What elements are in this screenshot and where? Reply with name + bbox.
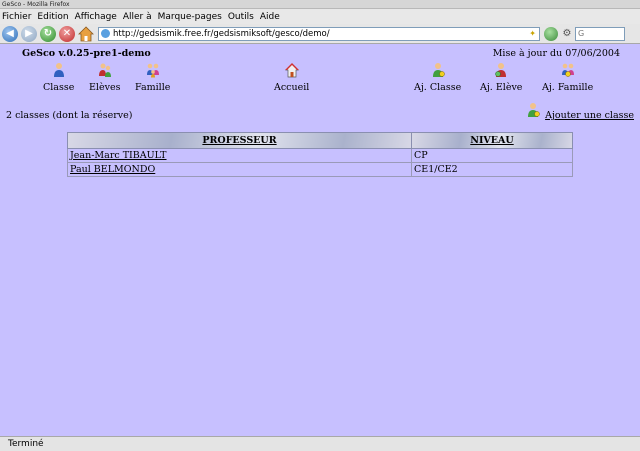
add-class-icon bbox=[528, 103, 540, 117]
classe-icon bbox=[53, 63, 64, 77]
page-content: GeSco v.0.25-pre1-demo Mise à jour du 07… bbox=[0, 44, 640, 436]
nav-aj-famille[interactable]: Aj. Famille bbox=[542, 62, 593, 93]
nav-classe[interactable]: Classe bbox=[43, 62, 74, 93]
nav-eleves-label: Elèves bbox=[89, 82, 121, 93]
site-icon bbox=[101, 29, 110, 38]
menu-fichier[interactable]: Fichier bbox=[2, 12, 31, 22]
nav-famille-label: Famille bbox=[135, 82, 171, 93]
gear-icon[interactable]: ⚙ bbox=[561, 28, 573, 40]
professeur-link[interactable]: Jean-Marc TIBAULT bbox=[67, 148, 412, 163]
header-niveau[interactable]: NIVEAU bbox=[411, 132, 573, 149]
nav-aj-famille-label: Aj. Famille bbox=[542, 82, 594, 93]
menu-bar: Fichier Edition Affichage Aller à Marque… bbox=[0, 9, 640, 24]
accueil-icon bbox=[284, 63, 299, 78]
reload-icon[interactable]: ↻ bbox=[40, 25, 56, 42]
app-title: GeSco v.0.25-pre1-demo bbox=[22, 48, 151, 59]
status-bar: Terminé bbox=[0, 436, 640, 451]
menu-marque-pages[interactable]: Marque-pages bbox=[158, 12, 222, 22]
nav-accueil-label: Accueil bbox=[274, 82, 310, 93]
menu-aide[interactable]: Aide bbox=[260, 12, 280, 22]
home-icon[interactable] bbox=[78, 25, 94, 42]
table-row: Jean-Marc TIBAULT CP bbox=[67, 148, 573, 163]
stop-icon[interactable]: ✕ bbox=[59, 25, 75, 42]
update-date: Mise à jour du 07/06/2004 bbox=[492, 48, 620, 59]
add-classe-icon bbox=[432, 63, 445, 77]
nav-aj-classe-label: Aj. Classe bbox=[414, 82, 462, 93]
menu-affichage[interactable]: Affichage bbox=[75, 12, 117, 22]
add-famille-icon bbox=[561, 63, 574, 77]
famille-icon bbox=[146, 63, 159, 78]
search-input[interactable]: G bbox=[575, 26, 625, 41]
url-bar[interactable]: http://gedsismik.free.fr/gedsismiksoft/g… bbox=[98, 26, 540, 41]
eleves-icon bbox=[98, 63, 111, 77]
rss-icon[interactable]: ✦ bbox=[529, 29, 536, 38]
nav-famille[interactable]: Famille bbox=[135, 62, 170, 93]
professeur-link[interactable]: Paul BELMONDO bbox=[67, 162, 412, 177]
window-title: GeSco - Mozilla Firefox bbox=[0, 0, 640, 9]
nav-aj-eleve[interactable]: Aj. Elève bbox=[480, 62, 522, 93]
menu-edition[interactable]: Edition bbox=[37, 12, 68, 22]
go-icon[interactable] bbox=[544, 26, 558, 41]
class-count: 2 classes (dont la réserve) bbox=[6, 110, 133, 121]
url-text: http://gedsismik.free.fr/gedsismiksoft/g… bbox=[113, 28, 330, 39]
niveau-cell: CE1/CE2 bbox=[411, 162, 573, 177]
header-professeur[interactable]: PROFESSEUR bbox=[67, 132, 412, 149]
add-class-link[interactable]: Ajouter une classe bbox=[526, 102, 634, 121]
forward-icon[interactable]: ▶ bbox=[21, 25, 37, 42]
menu-outils[interactable]: Outils bbox=[228, 12, 254, 22]
add-eleve-icon bbox=[495, 63, 507, 77]
nav-aj-classe[interactable]: Aj. Classe bbox=[414, 62, 461, 93]
niveau-cell: CP bbox=[411, 148, 573, 163]
nav-classe-label: Classe bbox=[43, 82, 75, 93]
nav-eleves[interactable]: Elèves bbox=[89, 62, 120, 93]
nav-accueil[interactable]: Accueil bbox=[274, 62, 309, 93]
menu-aller-a[interactable]: Aller à bbox=[123, 12, 152, 22]
table-row: Paul BELMONDO CE1/CE2 bbox=[67, 162, 573, 177]
nav-aj-eleve-label: Aj. Elève bbox=[480, 82, 523, 93]
back-icon[interactable]: ◀ bbox=[2, 25, 18, 42]
add-class-label: Ajouter une classe bbox=[545, 110, 634, 121]
navigation-toolbar: ◀ ▶ ↻ ✕ http://gedsismik.free.fr/gedsism… bbox=[0, 24, 640, 44]
classes-table: PROFESSEUR NIVEAU Jean-Marc TIBAULT CP P… bbox=[67, 132, 573, 177]
